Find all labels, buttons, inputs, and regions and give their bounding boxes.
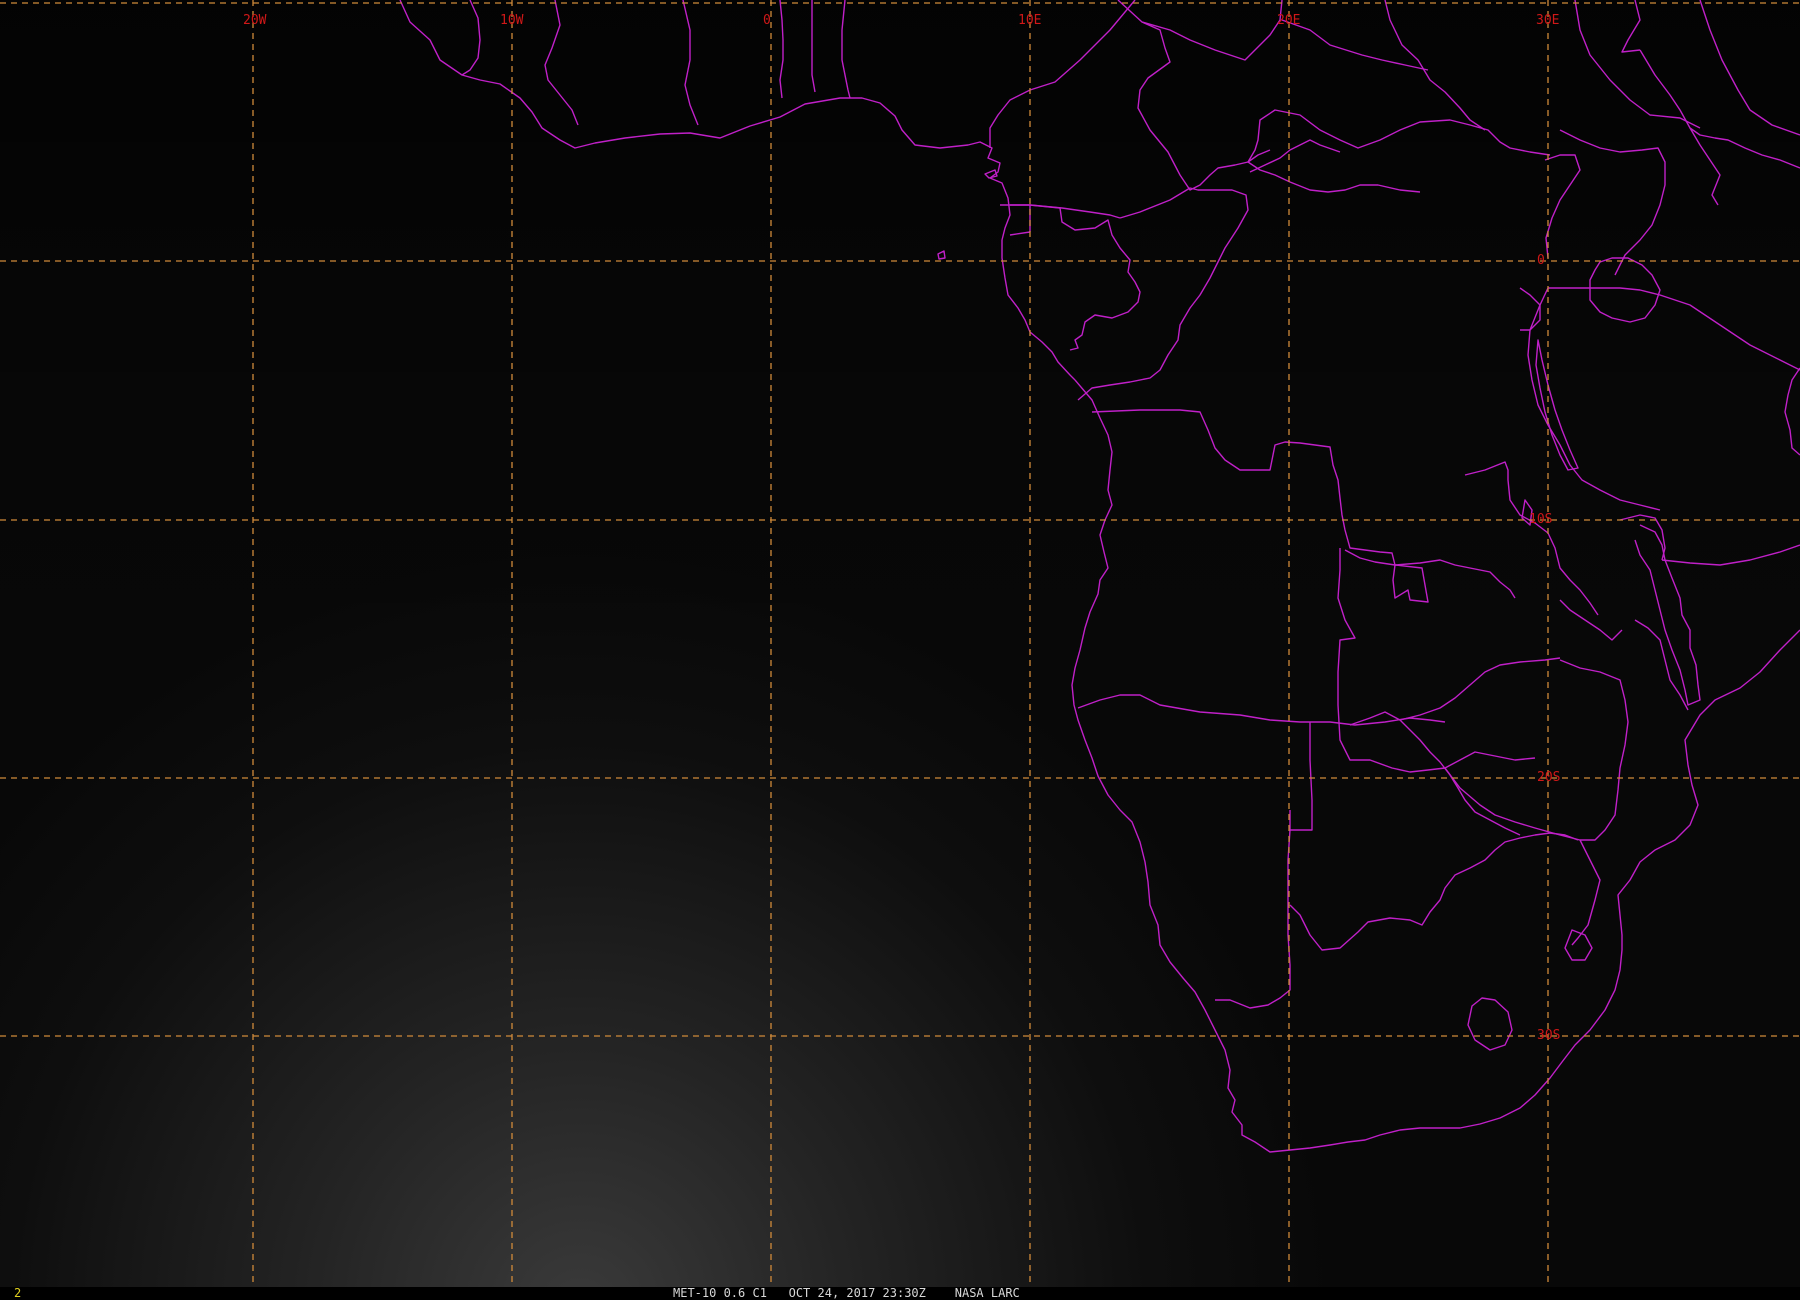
- longitude-label: 20E: [1277, 13, 1300, 28]
- longitude-label: 10W: [500, 13, 524, 28]
- longitude-label: 30E: [1536, 13, 1559, 28]
- twilight-fade: [0, 0, 1800, 700]
- latitude-label: 30S: [1537, 1028, 1560, 1043]
- longitude-label: 0: [763, 13, 771, 28]
- image-caption: MET-10 0.6 C1 OCT 24, 2017 23:30Z NASA L…: [673, 1286, 1020, 1300]
- latitude-label: 20S: [1537, 770, 1560, 785]
- latitude-label: 0: [1537, 253, 1545, 268]
- latitude-label: 10S: [1529, 512, 1552, 527]
- longitude-label: 20W: [243, 13, 267, 28]
- frame-number: 2: [14, 1286, 22, 1300]
- longitude-label: 10E: [1018, 13, 1041, 28]
- status-bar: 2 MET-10 0.6 C1 OCT 24, 2017 23:30Z NASA…: [0, 1287, 1800, 1300]
- satellite-map: 20W 10W 0 10E 20E 30E 0 10S 20S 30S: [0, 0, 1800, 1290]
